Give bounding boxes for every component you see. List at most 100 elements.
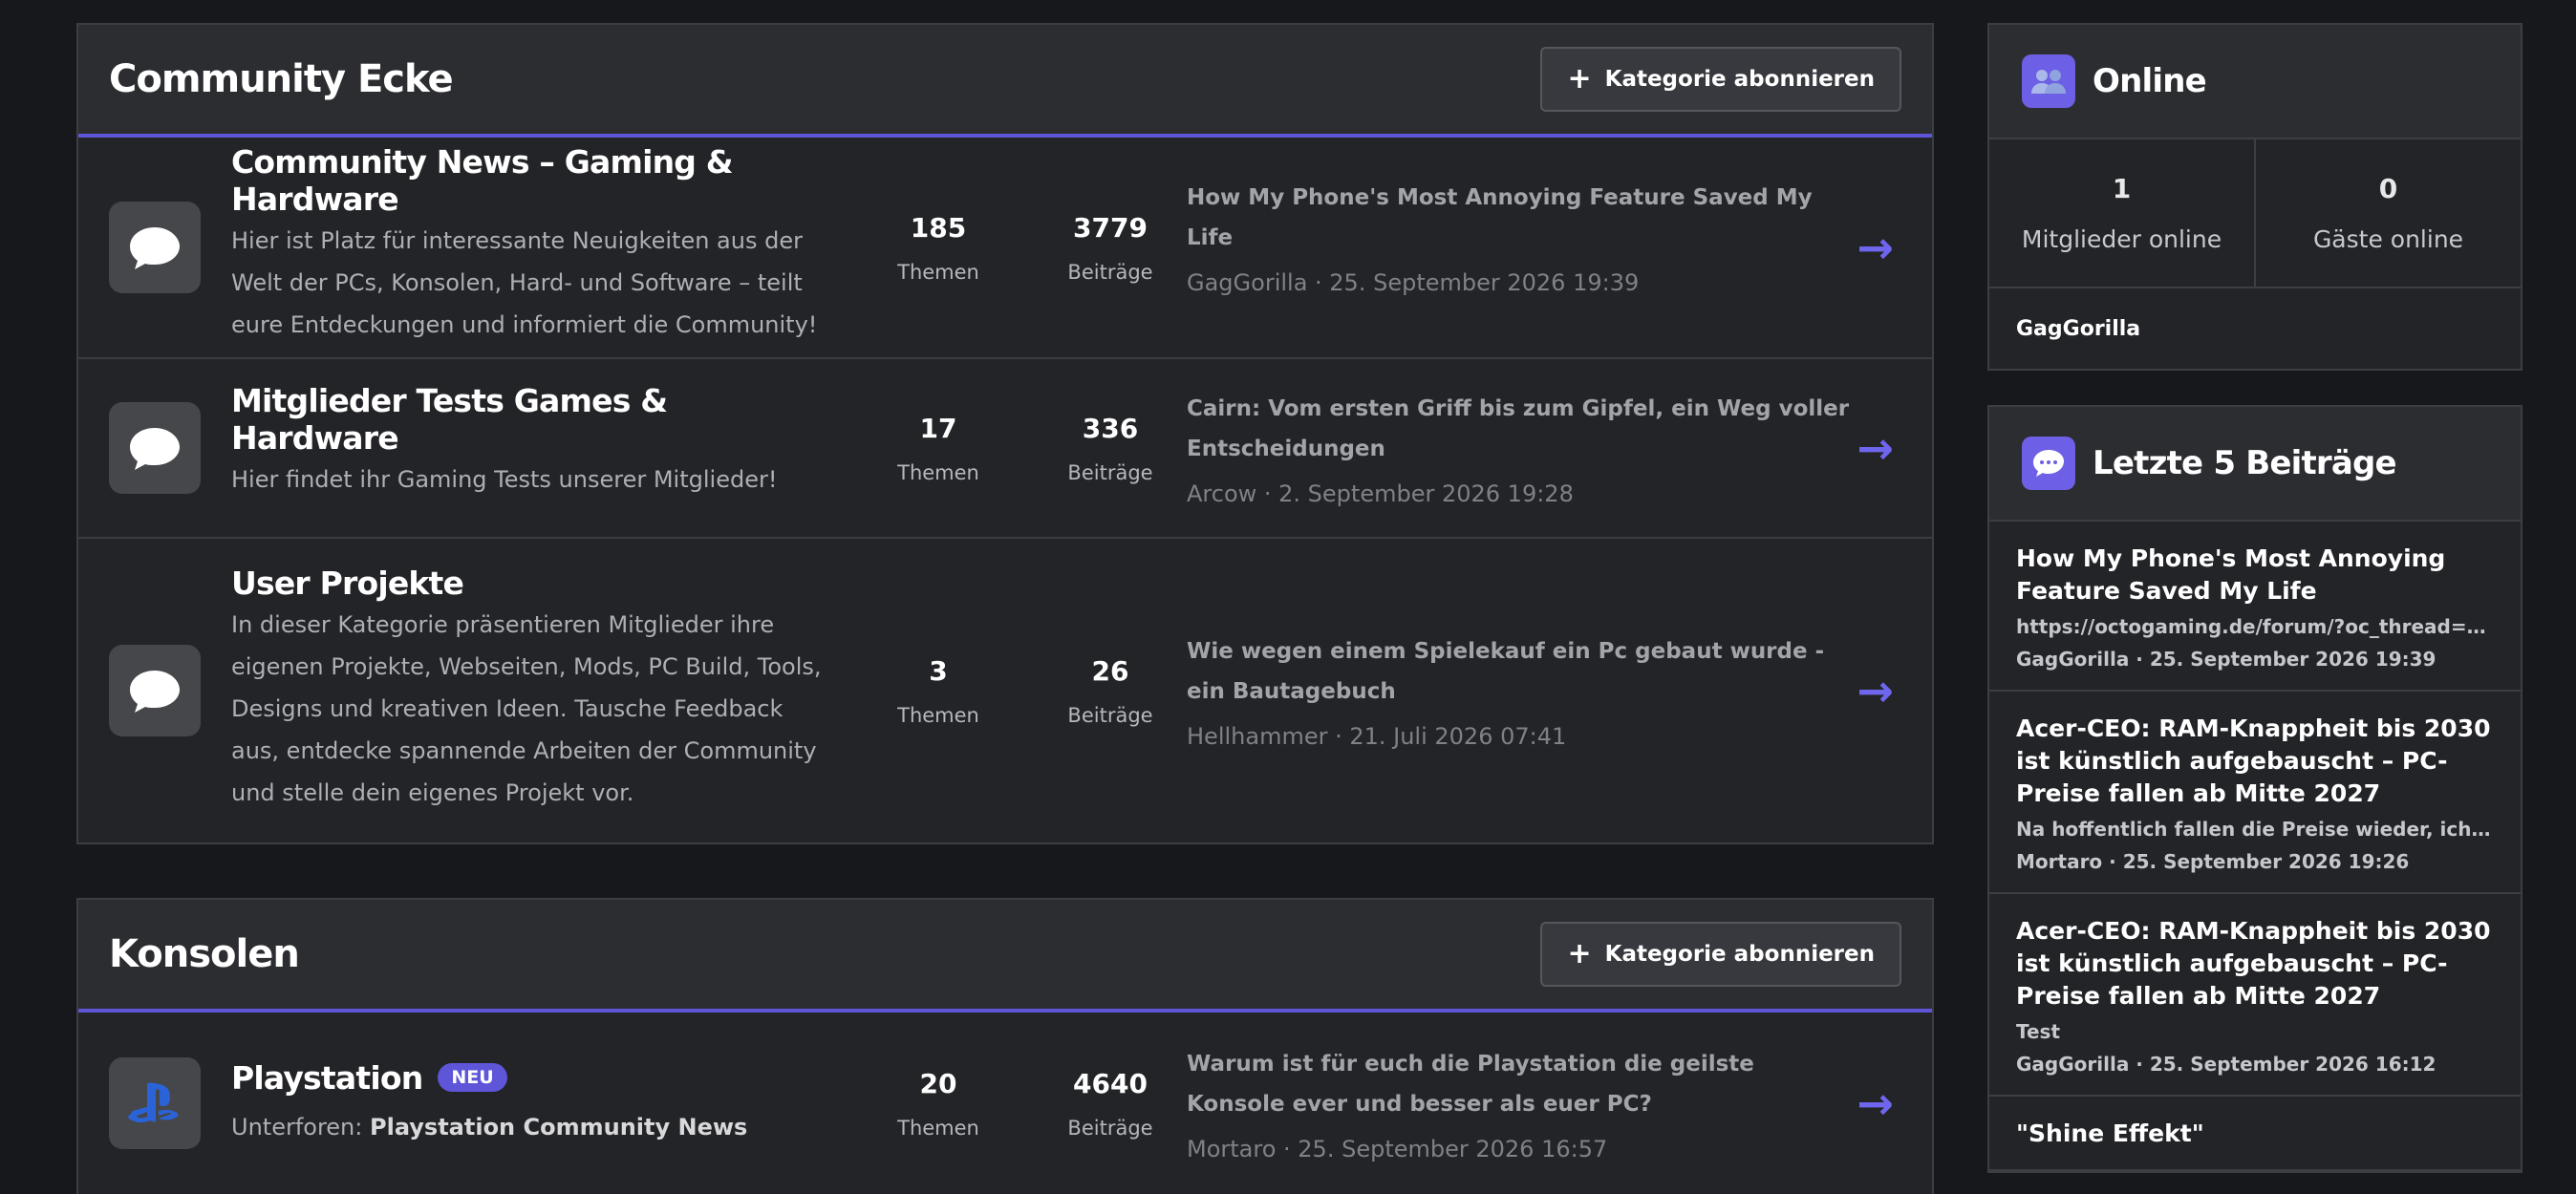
forum-row-community-news[interactable]: Community News – Gaming & Hardware Hier … [78,138,1932,359]
subforum-prefix: Unterforen: [231,1113,363,1141]
topics-label: Themen [897,703,979,727]
latest-post-title[interactable]: Acer-CEO: RAM-Knappheit bis 2030 ist kün… [2016,713,2494,810]
chat-bubble-icon [109,645,201,736]
members-online: 1 Mitglieder online [1989,139,2254,287]
posts-stat: 26 Beiträge [1034,655,1187,727]
posts-stat: 3779 Beiträge [1034,212,1187,284]
guests-count: 0 [2378,173,2398,204]
last-post-title[interactable]: Warum ist für euch die Playstation die g… [1187,1044,1856,1124]
subscribe-category-button[interactable]: + Kategorie abonnieren [1540,47,1901,112]
members-count: 1 [2112,173,2132,204]
latest-post-title[interactable]: How My Phone's Most Annoying Feature Sav… [2016,543,2494,608]
latest-posts-widget: Letzte 5 Beiträge How My Phone's Most An… [1987,405,2522,1173]
last-post-title[interactable]: How My Phone's Most Annoying Feature Sav… [1187,178,1856,258]
playstation-icon [109,1057,201,1149]
category-title: Community Ecke [109,57,454,101]
subscribe-label: Kategorie abonnieren [1604,942,1875,967]
last-post-meta: GagGorilla · 25. September 2026 19:39 [1187,269,1640,296]
latest-post-title[interactable]: Acer-CEO: RAM-Knappheit bis 2030 ist kün… [2016,915,2494,1013]
topics-stat: 17 Themen [862,413,1015,484]
latest-post-excerpt: https://octogaming.de/forum/?oc_thread=9… [2016,615,2494,638]
plus-icon: + [1567,937,1592,970]
subforum-link[interactable]: Playstation Community News [370,1114,747,1141]
subscribe-category-button[interactable]: + Kategorie abonnieren [1540,922,1901,987]
widget-header: Letzte 5 Beiträge [1989,407,2521,522]
posts-label: Beiträge [1067,460,1153,484]
forum-title[interactable]: Playstation [231,1059,423,1097]
latest-post-item[interactable]: "Shine Effekt" [1989,1097,2521,1171]
forum-title[interactable]: User Projekte [231,565,824,602]
topics-count: 3 [929,654,948,687]
arrow-right-icon[interactable]: → [1857,665,1894,716]
latest-post-excerpt: Na hoffentlich fallen die Preise wieder,… [2016,818,2494,841]
online-user-link[interactable]: GagGorilla [1989,288,2521,369]
posts-count: 4640 [1073,1067,1148,1099]
latest-post-item[interactable]: Acer-CEO: RAM-Knappheit bis 2030 ist kün… [1989,894,2521,1097]
category-community-ecke: Community Ecke + Kategorie abonnieren Co… [76,23,1934,844]
last-post: How My Phone's Most Annoying Feature Sav… [1187,178,1856,296]
category-konsolen: Konsolen + Kategorie abonnieren Playstat… [76,898,1934,1194]
topics-stat: 185 Themen [862,212,1015,284]
category-header: Community Ecke + Kategorie abonnieren [78,25,1932,138]
new-badge: NEU [438,1063,507,1092]
latest-post-item[interactable]: Acer-CEO: RAM-Knappheit bis 2030 ist kün… [1989,692,2521,894]
category-header: Konsolen + Kategorie abonnieren [78,900,1932,1013]
last-post-meta: Hellhammer · 21. Juli 2026 07:41 [1187,723,1567,750]
widget-title: Letzte 5 Beiträge [2093,444,2397,482]
chat-bubble-icon [109,202,201,293]
online-widget: Online 1 Mitglieder online 0 Gäste onlin… [1987,23,2522,371]
sidebar: Online 1 Mitglieder online 0 Gäste onlin… [1987,23,2522,1194]
posts-stat: 4640 Beiträge [1034,1068,1187,1140]
latest-post-item[interactable]: How My Phone's Most Annoying Feature Sav… [1989,522,2521,692]
topics-count: 20 [919,1067,957,1099]
topics-count: 17 [919,412,957,444]
posts-label: Beiträge [1067,1116,1153,1140]
latest-post-meta: GagGorilla · 25. September 2026 16:12 [2016,1053,2436,1076]
forum-main: Community Ecke + Kategorie abonnieren Co… [76,23,1934,1194]
latest-post-excerpt: Test [2016,1020,2061,1043]
users-icon [2022,54,2075,108]
posts-label: Beiträge [1067,260,1153,284]
arrow-right-icon[interactable]: → [1857,222,1894,273]
arrow-right-icon[interactable]: → [1857,422,1894,474]
forum-title-row[interactable]: Playstation NEU [231,1059,824,1097]
forum-title[interactable]: Mitglieder Tests Games & Hardware [231,382,824,457]
forum-title[interactable]: Community News – Gaming & Hardware [231,143,824,218]
posts-count: 336 [1082,412,1139,444]
last-post-title[interactable]: Cairn: Vom ersten Griff bis zum Gipfel, … [1187,389,1856,469]
plus-icon: + [1567,62,1592,96]
forum-description: In dieser Kategorie präsentieren Mitglie… [231,610,822,806]
members-label: Mitglieder online [2021,225,2222,253]
chat-bubble-icon [109,402,201,494]
guests-label: Gäste online [2312,225,2464,253]
last-post: Cairn: Vom ersten Griff bis zum Gipfel, … [1187,389,1856,507]
forum-row-user-projekte[interactable]: User Projekte In dieser Kategorie präsen… [78,539,1932,842]
category-title: Konsolen [109,932,300,976]
forum-row-playstation[interactable]: Playstation NEU Unterforen: Playstation … [78,1013,1932,1194]
guests-online: 0 Gäste online [2254,139,2521,287]
speech-bubble-icon [2022,437,2075,490]
latest-post-meta: GagGorilla · 25. September 2026 19:39 [2016,648,2436,671]
topics-stat: 20 Themen [862,1068,1015,1140]
topics-label: Themen [897,260,979,284]
latest-post-title[interactable]: "Shine Effekt" [2016,1118,2494,1150]
forum-description: Hier ist Platz für interessante Neuigkei… [231,227,818,338]
last-post: Warum ist für euch die Playstation die g… [1187,1044,1856,1162]
arrow-right-icon[interactable]: → [1857,1077,1894,1129]
topics-label: Themen [897,1116,979,1140]
posts-label: Beiträge [1067,703,1153,727]
last-post-meta: Mortaro · 25. September 2026 16:57 [1187,1136,1608,1162]
last-post: Wie wegen einem Spielekauf ein Pc gebaut… [1187,631,1856,750]
posts-stat: 336 Beiträge [1034,413,1187,484]
topics-stat: 3 Themen [862,655,1015,727]
forum-row-mitglieder-tests[interactable]: Mitglieder Tests Games & Hardware Hier f… [78,359,1932,539]
last-post-meta: Arcow · 2. September 2026 19:28 [1187,480,1574,507]
widget-header: Online [1989,25,2521,139]
latest-post-meta: Mortaro · 25. September 2026 19:26 [2016,850,2410,873]
posts-count: 3779 [1073,211,1148,244]
last-post-title[interactable]: Wie wegen einem Spielekauf ein Pc gebaut… [1187,631,1856,712]
online-stats: 1 Mitglieder online 0 Gäste online [1989,139,2521,288]
topics-count: 185 [910,211,967,244]
widget-title: Online [2093,62,2207,100]
subforums: Unterforen: Playstation Community News [231,1114,824,1141]
